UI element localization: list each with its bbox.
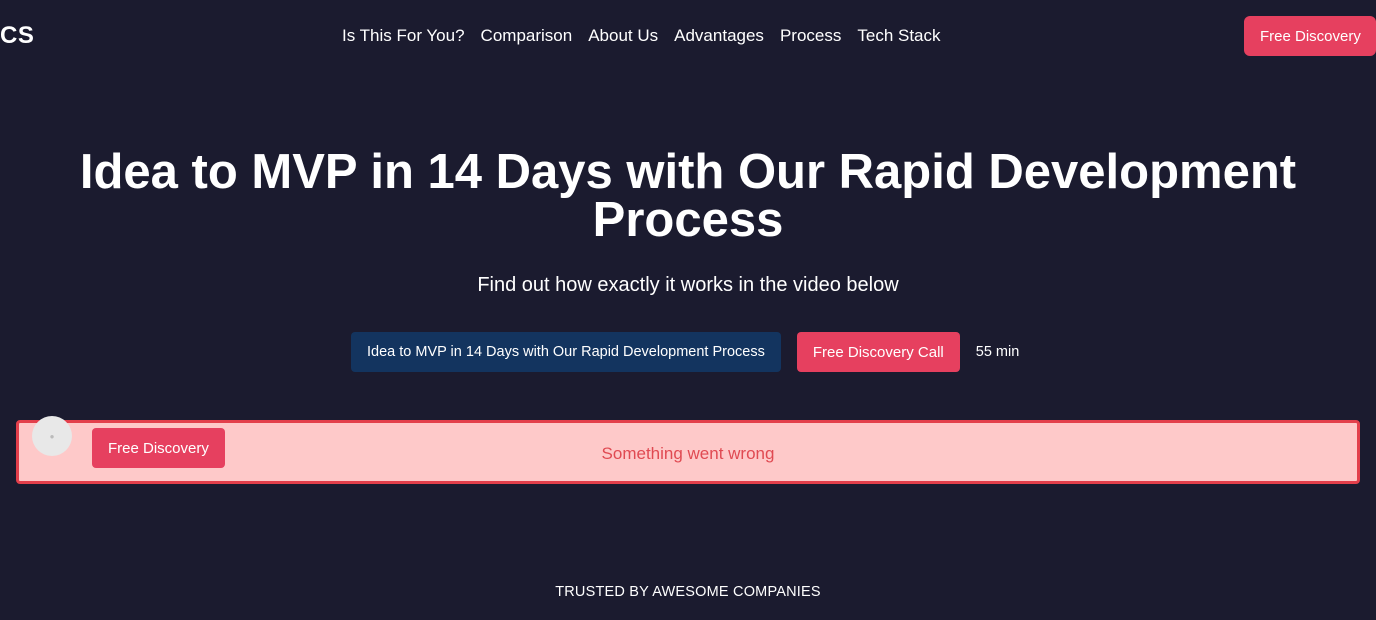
free-discovery-call-button[interactable]: Free Discovery Call	[796, 332, 960, 372]
duration-label: 55 min	[975, 344, 1020, 360]
floating-free-discovery-button[interactable]: Free Discovery	[92, 428, 225, 468]
nav-item-comparison[interactable]: Comparison	[481, 26, 573, 46]
trusted-by-heading: TRUSTED BY AWESOME COMPANIES	[555, 584, 821, 600]
event-title-button[interactable]: Idea to MVP in 14 Days with Our Rapid De…	[351, 332, 781, 372]
landing-page: CS Is This For You? Comparison About Us …	[0, 0, 1376, 620]
avatar-placeholder-icon[interactable]: ●	[32, 416, 72, 456]
hero-subtitle: Find out how exactly it works in the vid…	[477, 274, 899, 296]
nav-item-advantages[interactable]: Advantages	[674, 26, 764, 46]
brand-logo[interactable]: CS	[0, 22, 34, 50]
hero-actions: Idea to MVP in 14 Days with Our Rapid De…	[351, 332, 1019, 372]
nav-item-about-us[interactable]: About Us	[588, 26, 658, 46]
hero-title: Idea to MVP in 14 Days with Our Rapid De…	[79, 145, 1297, 247]
nav-item-process[interactable]: Process	[780, 26, 841, 46]
main-nav: Is This For You? Comparison About Us Adv…	[342, 26, 941, 46]
header-free-discovery-button[interactable]: Free Discovery	[1244, 16, 1376, 56]
nav-item-tech-stack[interactable]: Tech Stack	[857, 26, 940, 46]
avatar-dot-icon: ●	[49, 431, 55, 441]
nav-item-is-this-for-you[interactable]: Is This For You?	[342, 26, 465, 46]
